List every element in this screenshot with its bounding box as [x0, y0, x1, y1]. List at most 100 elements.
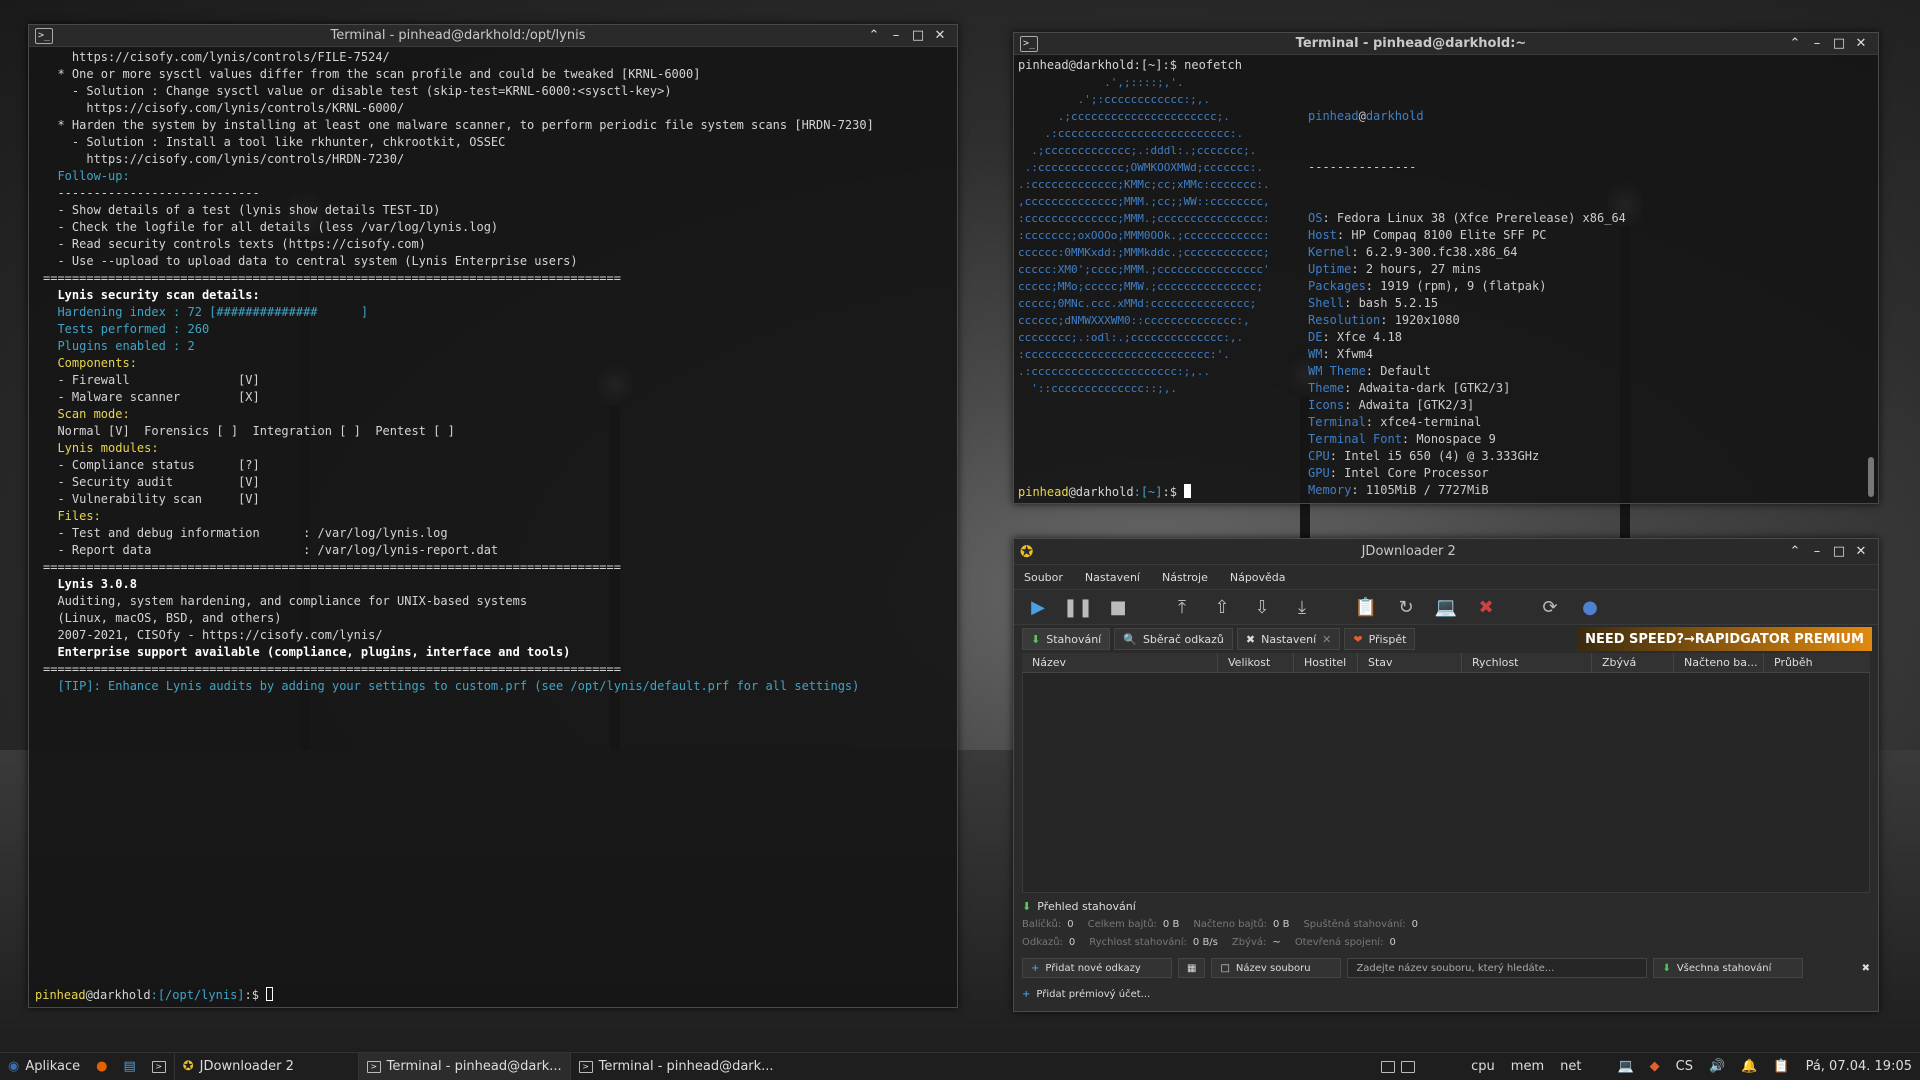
- scrollbar[interactable]: [1868, 457, 1874, 497]
- info-key: Resolution: [1308, 313, 1381, 327]
- tab-linkgrabber[interactable]: 🔍 Sběrač odkazů: [1114, 628, 1233, 650]
- chevron-up-icon[interactable]: ⌃: [863, 28, 885, 43]
- clipboard-icon[interactable]: 📋: [1354, 595, 1378, 619]
- col-status[interactable]: Stav: [1358, 653, 1462, 672]
- info-value: Xfce 4.18: [1336, 330, 1402, 344]
- applications-menu[interactable]: ◉ Aplikace: [0, 1053, 88, 1080]
- menu-nastaveni[interactable]: Nastavení: [1085, 571, 1140, 584]
- stop-icon[interactable]: ■: [1106, 595, 1130, 619]
- pause-icon[interactable]: ❚❚: [1063, 595, 1093, 619]
- mem-monitor[interactable]: mem: [1503, 1053, 1552, 1080]
- play-icon[interactable]: ▶: [1026, 595, 1050, 619]
- cpu-monitor[interactable]: cpu: [1463, 1053, 1503, 1080]
- launcher-terminal[interactable]: >: [144, 1053, 174, 1080]
- search-input[interactable]: Zadejte název souboru, který hledáte...: [1347, 958, 1648, 978]
- volume-icon[interactable]: 🔊: [1701, 1053, 1733, 1080]
- magnifier-icon: 🔍: [1123, 632, 1137, 646]
- titlebar[interactable]: >_ Terminal - pinhead@darkhold:~ ⌃ – □ ✕: [1014, 33, 1878, 55]
- col-loaded[interactable]: Načteno ba...: [1674, 653, 1764, 672]
- menu-soubor[interactable]: Soubor: [1024, 571, 1063, 584]
- task-terminal-2[interactable]: > Terminal - pinhead@dark...: [569, 1052, 782, 1080]
- menu-napoveda[interactable]: Nápověda: [1230, 571, 1286, 584]
- net-monitor[interactable]: net: [1552, 1053, 1589, 1080]
- update-icon[interactable]: ⟳: [1538, 595, 1562, 619]
- close-button[interactable]: ✕: [1850, 36, 1872, 51]
- workspace-2-icon: [1401, 1060, 1416, 1073]
- all-downloads-select[interactable]: ⬇ Všechna stahování: [1653, 958, 1804, 978]
- tab-close-icon[interactable]: ✕: [1322, 633, 1331, 646]
- info-row: Resolution: 1920x1080: [1308, 313, 1460, 327]
- col-remaining[interactable]: Zbývá: [1592, 653, 1674, 672]
- menu-nastroje[interactable]: Nástroje: [1162, 571, 1208, 584]
- text-cursor: [266, 987, 274, 1001]
- move-up-icon[interactable]: ⇧: [1210, 595, 1234, 619]
- monitor-icon[interactable]: 💻: [1434, 595, 1458, 619]
- terminal-line: Follow-up:: [43, 169, 130, 183]
- download-list[interactable]: [1022, 673, 1870, 893]
- move-top-icon[interactable]: ⤒: [1170, 595, 1194, 619]
- terminal-line: Lynis modules:: [43, 441, 159, 455]
- launcher-firefox[interactable]: ●: [88, 1053, 115, 1080]
- delete-icon[interactable]: ✖: [1474, 595, 1498, 619]
- clock[interactable]: Pá, 07.04. 19:05: [1798, 1053, 1920, 1080]
- terminal-line: * One or more sysctl values differ from …: [43, 67, 701, 81]
- tab-downloads[interactable]: ⬇ Stahování: [1022, 628, 1111, 650]
- filename-filter-button[interactable]: □ Název souboru: [1211, 958, 1342, 978]
- launcher-files[interactable]: ▤: [115, 1053, 143, 1080]
- terminal-window-neofetch[interactable]: >_ Terminal - pinhead@darkhold:~ ⌃ – □ ✕…: [1013, 32, 1879, 584]
- col-size[interactable]: Velikost: [1218, 653, 1294, 672]
- taskbar: ◉ Aplikace ● ▤ > ✪ JDownloader 2 > Terminal…: [0, 1052, 1920, 1080]
- clipboard-icon[interactable]: 📋: [1765, 1053, 1797, 1080]
- files-icon: ▤: [123, 1059, 136, 1074]
- workspace-switcher[interactable]: [1373, 1053, 1423, 1080]
- close-button[interactable]: ✕: [929, 28, 951, 43]
- move-down-icon[interactable]: ⇩: [1250, 595, 1274, 619]
- shield-icon[interactable]: ◆: [1642, 1053, 1668, 1080]
- settings-tools-icon[interactable]: ✖: [1862, 963, 1870, 974]
- task-terminal-1[interactable]: > Terminal - pinhead@dark...: [357, 1052, 570, 1080]
- tab-contribute[interactable]: ❤ Přispět: [1344, 628, 1416, 650]
- col-host[interactable]: Hostitel: [1294, 653, 1358, 672]
- chevron-up-icon[interactable]: ⌃: [1784, 36, 1806, 51]
- info-row: Uptime: 2 hours, 27 mins: [1308, 262, 1482, 276]
- terminal-prompt[interactable]: pinhead@darkhold:[~]:$: [1014, 484, 1205, 501]
- col-name[interactable]: Název: [1022, 653, 1218, 672]
- titlebar[interactable]: ✪ JDownloader 2 ⌃ – □ ✕: [1014, 539, 1878, 565]
- keyboard-layout[interactable]: CS: [1668, 1053, 1701, 1080]
- add-premium-account-link[interactable]: + Přidat prémiový účet...: [1022, 983, 1870, 1005]
- prompt-path: :[~]: [1133, 485, 1163, 499]
- chevron-up-icon[interactable]: ⌃: [1784, 544, 1806, 559]
- maximize-button[interactable]: □: [907, 28, 929, 43]
- add-links-button[interactable]: + Přidat nové odkazy: [1022, 958, 1172, 978]
- premium-icon[interactable]: ●: [1578, 595, 1602, 619]
- minimize-button[interactable]: –: [1806, 36, 1828, 51]
- package-menu-button[interactable]: ▦: [1178, 958, 1206, 978]
- jdownloader-window[interactable]: ✪ JDownloader 2 ⌃ – □ ✕ Soubor Nastavení…: [1013, 538, 1879, 1012]
- minimize-button[interactable]: –: [885, 28, 907, 43]
- task-jdownloader[interactable]: ✪ JDownloader 2: [173, 1052, 358, 1080]
- info-value: 1105MiB / 7727MiB: [1365, 483, 1489, 497]
- rapidgator-promo-banner[interactable]: NEED SPEED?→RAPIDGATOR PREMIUM: [1577, 627, 1872, 651]
- titlebar[interactable]: >_ Terminal - pinhead@darkhold:/opt/lyni…: [29, 25, 957, 47]
- prompt-user: pinhead: [35, 988, 86, 1002]
- close-button[interactable]: ✕: [1850, 544, 1872, 559]
- prompt-host: @darkhold: [1068, 485, 1134, 499]
- maximize-button[interactable]: □: [1828, 544, 1850, 559]
- terminal-window-lynis[interactable]: >_ Terminal - pinhead@darkhold:/opt/lyni…: [28, 24, 958, 1008]
- terminal-line: - Security audit [V]: [43, 475, 260, 489]
- tab-settings[interactable]: ✖ Nastavení ✕: [1236, 628, 1341, 650]
- col-speed[interactable]: Rychlost: [1462, 653, 1592, 672]
- bell-icon[interactable]: 🔔: [1733, 1053, 1765, 1080]
- reconnect-icon[interactable]: ↻: [1394, 595, 1418, 619]
- neo-separator: ---------------: [1308, 160, 1417, 174]
- terminal-line: - Solution : Change sysctl value or disa…: [43, 84, 672, 98]
- move-bottom-icon[interactable]: ⤓: [1290, 595, 1314, 619]
- clock-label: Pá, 07.04. 19:05: [1805, 1059, 1912, 1074]
- maximize-button[interactable]: □: [1828, 36, 1850, 51]
- terminal-line: - Report data : /var/log/lynis-report.da…: [43, 543, 499, 557]
- minimize-button[interactable]: –: [1806, 544, 1828, 559]
- terminal-prompt[interactable]: pinhead@darkhold:[/opt/lynis]:$: [29, 987, 957, 1004]
- terminal-output[interactable]: https://cisofy.com/lynis/controls/FILE-7…: [29, 47, 957, 987]
- col-progress[interactable]: Průběh: [1764, 653, 1824, 672]
- display-icon[interactable]: 💻: [1609, 1053, 1641, 1080]
